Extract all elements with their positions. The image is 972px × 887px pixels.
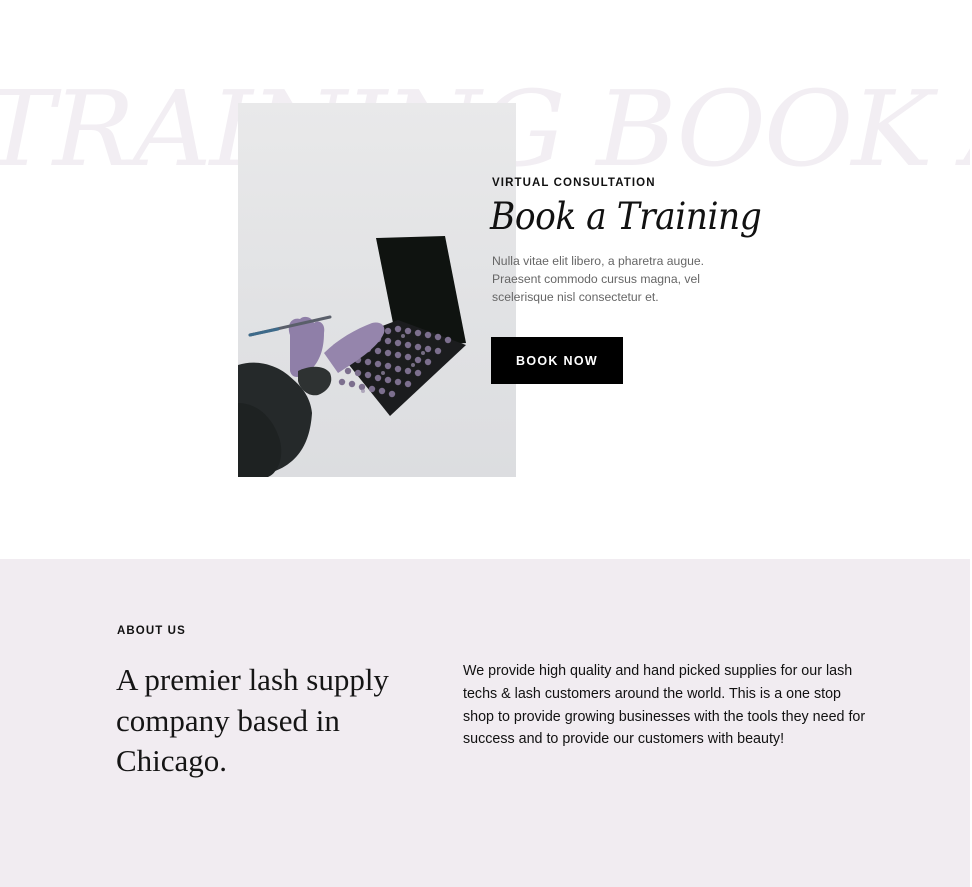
page: TRAINING BOOK A TRAINING	[0, 0, 972, 887]
about-us-label: ABOUT US	[117, 625, 186, 637]
about-section: ABOUT US A premier lash supply company b…	[0, 559, 972, 887]
book-training-title: Book a Training	[490, 195, 762, 238]
virtual-consultation-label: VIRTUAL CONSULTATION	[492, 177, 656, 189]
training-description: Nulla vitae elit libero, a pharetra augu…	[492, 254, 705, 305]
about-heading: A premier lash supply company based in C…	[116, 662, 389, 778]
makeup-palette-photo	[238, 103, 516, 477]
about-body-text: We provide high quality and hand picked …	[463, 663, 866, 748]
book-now-button[interactable]: BOOK NOW	[491, 337, 623, 384]
training-section: TRAINING BOOK A TRAINING	[0, 0, 972, 559]
